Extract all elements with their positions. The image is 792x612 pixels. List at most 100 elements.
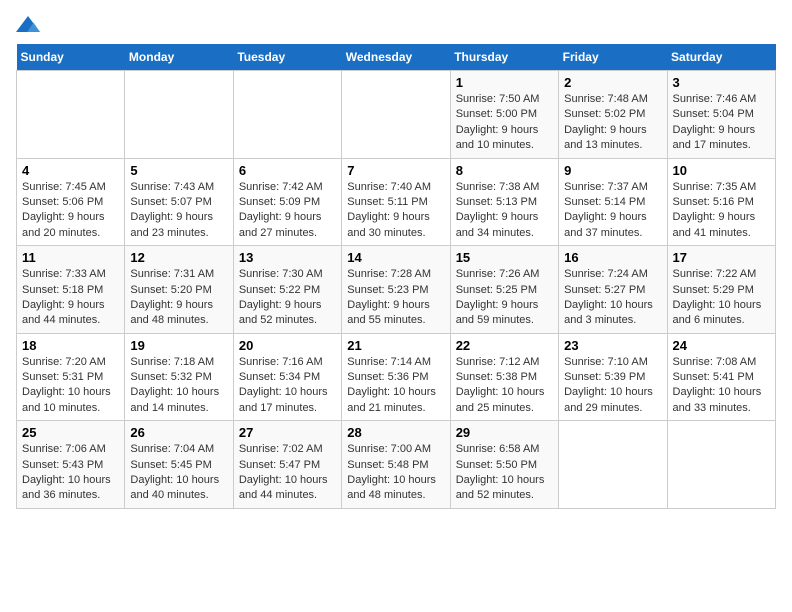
day-number: 14: [347, 250, 444, 265]
calendar-cell: 10 Sunrise: 7:35 AM Sunset: 5:16 PM Dayli…: [667, 158, 775, 246]
day-info: Sunrise: 7:48 AM Sunset: 5:02 PM Dayligh…: [564, 92, 661, 154]
day-number: 21: [347, 338, 444, 353]
calendar-cell: [342, 71, 450, 159]
day-number: 5: [130, 163, 227, 178]
day-number: 10: [673, 163, 770, 178]
calendar-cell: 5Sunrise: 7:43 AM Sunset: 5:07 PM Daylig…: [125, 158, 233, 246]
day-number: 9: [564, 163, 661, 178]
day-number: 6: [239, 163, 336, 178]
day-number: 19: [130, 338, 227, 353]
day-info: Sunrise: 7:08 AM Sunset: 5:41 PM Dayligh…: [673, 355, 770, 417]
calendar-cell: 28Sunrise: 7:00 AM Sunset: 5:48 PM Dayli…: [342, 421, 450, 509]
day-number: 1: [456, 75, 553, 90]
calendar-cell: 29 Sunrise: 6:58 AM Sunset: 5:50 PM Dayli…: [450, 421, 558, 509]
day-info: Sunrise: 7:00 AM Sunset: 5:48 PM Dayligh…: [347, 442, 444, 504]
calendar-cell: 2 Sunrise: 7:48 AM Sunset: 5:02 PM Daylig…: [559, 71, 667, 159]
calendar-cell: 24 Sunrise: 7:08 AM Sunset: 5:41 PM Dayli…: [667, 333, 775, 421]
calendar-cell: 23Sunrise: 7:10 AM Sunset: 5:39 PM Dayli…: [559, 333, 667, 421]
day-header-sunday: Sunday: [17, 44, 125, 71]
calendar-cell: 6 Sunrise: 7:42 AM Sunset: 5:09 PM Daylig…: [233, 158, 341, 246]
day-number: 22: [456, 338, 553, 353]
day-number: 8: [456, 163, 553, 178]
calendar-cell: 9 Sunrise: 7:37 AM Sunset: 5:14 PM Daylig…: [559, 158, 667, 246]
day-header-tuesday: Tuesday: [233, 44, 341, 71]
day-number: 15: [456, 250, 553, 265]
calendar-cell: 8 Sunrise: 7:38 AM Sunset: 5:13 PM Daylig…: [450, 158, 558, 246]
day-info: Sunrise: 7:45 AM Sunset: 5:06 PM Dayligh…: [22, 180, 119, 242]
calendar-cell: 19 Sunrise: 7:18 AM Sunset: 5:32 PM Dayli…: [125, 333, 233, 421]
day-info: Sunrise: 7:18 AM Sunset: 5:32 PM Dayligh…: [130, 355, 227, 417]
calendar-cell: 18 Sunrise: 7:20 AM Sunset: 5:31 PM Dayli…: [17, 333, 125, 421]
calendar-cell: 26 Sunrise: 7:04 AM Sunset: 5:45 PM Dayli…: [125, 421, 233, 509]
day-header-monday: Monday: [125, 44, 233, 71]
logo-icon: [16, 16, 40, 36]
day-number: 13: [239, 250, 336, 265]
logo: [16, 16, 44, 36]
calendar-cell: [17, 71, 125, 159]
day-info: Sunrise: 7:35 AM Sunset: 5:16 PM Dayligh…: [673, 180, 770, 242]
day-info: Sunrise: 7:40 AM Sunset: 5:11 PM Dayligh…: [347, 180, 444, 242]
day-number: 23: [564, 338, 661, 353]
day-info: Sunrise: 7:26 AM Sunset: 5:25 PM Dayligh…: [456, 267, 553, 329]
calendar-cell: 15 Sunrise: 7:26 AM Sunset: 5:25 PM Dayli…: [450, 246, 558, 334]
calendar-cell: 3 Sunrise: 7:46 AM Sunset: 5:04 PM Daylig…: [667, 71, 775, 159]
day-info: Sunrise: 7:31 AM Sunset: 5:20 PM Dayligh…: [130, 267, 227, 329]
calendar-cell: 25 Sunrise: 7:06 AM Sunset: 5:43 PM Dayli…: [17, 421, 125, 509]
day-number: 29: [456, 425, 553, 440]
calendar-cell: 16 Sunrise: 7:24 AM Sunset: 5:27 PM Dayli…: [559, 246, 667, 334]
day-number: 17: [673, 250, 770, 265]
day-number: 20: [239, 338, 336, 353]
day-number: 7: [347, 163, 444, 178]
day-info: Sunrise: 7:22 AM Sunset: 5:29 PM Dayligh…: [673, 267, 770, 329]
calendar-cell: 22 Sunrise: 7:12 AM Sunset: 5:38 PM Dayli…: [450, 333, 558, 421]
day-info: Sunrise: 7:33 AM Sunset: 5:18 PM Dayligh…: [22, 267, 119, 329]
day-info: Sunrise: 7:16 AM Sunset: 5:34 PM Dayligh…: [239, 355, 336, 417]
day-number: 27: [239, 425, 336, 440]
calendar-table: SundayMondayTuesdayWednesdayThursdayFrid…: [16, 44, 776, 509]
day-number: 11: [22, 250, 119, 265]
day-info: Sunrise: 7:37 AM Sunset: 5:14 PM Dayligh…: [564, 180, 661, 242]
calendar-cell: 14 Sunrise: 7:28 AM Sunset: 5:23 PM Dayli…: [342, 246, 450, 334]
day-number: 26: [130, 425, 227, 440]
day-info: Sunrise: 7:42 AM Sunset: 5:09 PM Dayligh…: [239, 180, 336, 242]
calendar-cell: 4 Sunrise: 7:45 AM Sunset: 5:06 PM Daylig…: [17, 158, 125, 246]
day-header-saturday: Saturday: [667, 44, 775, 71]
day-number: 3: [673, 75, 770, 90]
day-header-friday: Friday: [559, 44, 667, 71]
day-info: Sunrise: 7:38 AM Sunset: 5:13 PM Dayligh…: [456, 180, 553, 242]
day-number: 18: [22, 338, 119, 353]
day-info: Sunrise: 6:58 AM Sunset: 5:50 PM Dayligh…: [456, 442, 553, 504]
calendar-cell: 21 Sunrise: 7:14 AM Sunset: 5:36 PM Dayli…: [342, 333, 450, 421]
day-info: Sunrise: 7:02 AM Sunset: 5:47 PM Dayligh…: [239, 442, 336, 504]
day-info: Sunrise: 7:20 AM Sunset: 5:31 PM Dayligh…: [22, 355, 119, 417]
day-number: 2: [564, 75, 661, 90]
day-info: Sunrise: 7:46 AM Sunset: 5:04 PM Dayligh…: [673, 92, 770, 154]
day-number: 12: [130, 250, 227, 265]
calendar-cell: [559, 421, 667, 509]
day-header-thursday: Thursday: [450, 44, 558, 71]
calendar-cell: 1 Sunrise: 7:50 AM Sunset: 5:00 PM Daylig…: [450, 71, 558, 159]
day-number: 24: [673, 338, 770, 353]
calendar-cell: 11 Sunrise: 7:33 AM Sunset: 5:18 PM Dayli…: [17, 246, 125, 334]
calendar-cell: 12 Sunrise: 7:31 AM Sunset: 5:20 PM Dayli…: [125, 246, 233, 334]
day-number: 25: [22, 425, 119, 440]
calendar-cell: [233, 71, 341, 159]
calendar-cell: [667, 421, 775, 509]
calendar-cell: 7 Sunrise: 7:40 AM Sunset: 5:11 PM Daylig…: [342, 158, 450, 246]
day-number: 4: [22, 163, 119, 178]
day-info: Sunrise: 7:50 AM Sunset: 5:00 PM Dayligh…: [456, 92, 553, 154]
calendar-cell: 20 Sunrise: 7:16 AM Sunset: 5:34 PM Dayli…: [233, 333, 341, 421]
day-number: 16: [564, 250, 661, 265]
day-info: Sunrise: 7:06 AM Sunset: 5:43 PM Dayligh…: [22, 442, 119, 504]
header: [16, 16, 776, 36]
day-info: Sunrise: 7:30 AM Sunset: 5:22 PM Dayligh…: [239, 267, 336, 329]
calendar-cell: 27 Sunrise: 7:02 AM Sunset: 5:47 PM Dayli…: [233, 421, 341, 509]
day-info: Sunrise: 7:28 AM Sunset: 5:23 PM Dayligh…: [347, 267, 444, 329]
day-header-wednesday: Wednesday: [342, 44, 450, 71]
calendar-cell: 13 Sunrise: 7:30 AM Sunset: 5:22 PM Dayli…: [233, 246, 341, 334]
calendar-cell: 17 Sunrise: 7:22 AM Sunset: 5:29 PM Dayli…: [667, 246, 775, 334]
day-info: Sunrise: 7:24 AM Sunset: 5:27 PM Dayligh…: [564, 267, 661, 329]
day-info: Sunrise: 7:14 AM Sunset: 5:36 PM Dayligh…: [347, 355, 444, 417]
day-info: Sunrise: 7:04 AM Sunset: 5:45 PM Dayligh…: [130, 442, 227, 504]
day-info: Sunrise: 7:12 AM Sunset: 5:38 PM Dayligh…: [456, 355, 553, 417]
